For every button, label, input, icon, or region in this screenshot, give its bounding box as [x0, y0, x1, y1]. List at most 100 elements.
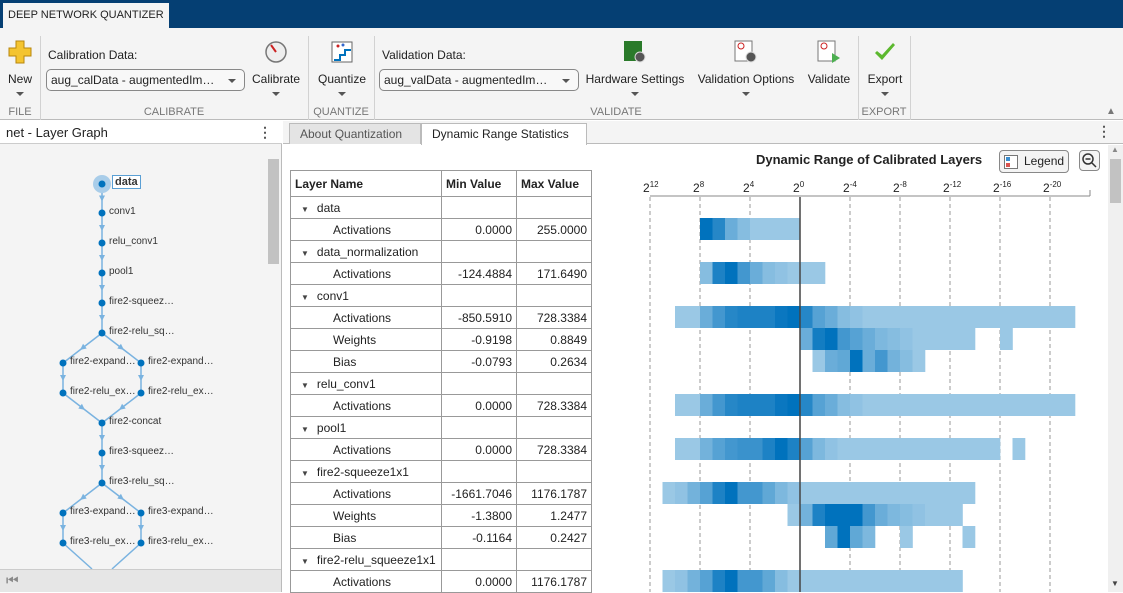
validate-button[interactable]: Validate [804, 40, 854, 86]
validation-options-button[interactable]: Validation Options [694, 40, 798, 96]
table-row[interactable]: Activations -850.5910 728.3384 [290, 306, 592, 329]
graph-node[interactable] [98, 479, 106, 487]
column-header-min-value[interactable]: Min Value [441, 170, 517, 197]
graph-node[interactable] [98, 449, 106, 457]
layer-name-cell[interactable]: ▼ pool1 [290, 416, 442, 439]
layer-name-cell[interactable]: ▼ fire2-relu_squeeze1x1 [290, 548, 442, 571]
graph-node-label[interactable]: fire2-squeez… [109, 296, 174, 307]
graph-node[interactable] [98, 269, 106, 277]
heatmap-bin [950, 482, 963, 504]
graph-node-label[interactable]: fire2-relu_ex… [148, 386, 214, 397]
expand-caret-icon[interactable]: ▼ [301, 557, 309, 566]
heatmap-bin [937, 504, 951, 526]
app-tab[interactable]: DEEP NETWORK QUANTIZER [3, 3, 169, 28]
graph-node-label[interactable]: fire2-concat [109, 416, 161, 427]
export-button[interactable]: Export [862, 40, 908, 96]
graph-node[interactable] [59, 509, 67, 517]
table-group-row[interactable]: ▼ relu_conv1 [290, 372, 592, 395]
graph-node[interactable] [98, 209, 106, 217]
graph-node-label[interactable]: fire3-expand… [70, 506, 136, 517]
table-row[interactable]: Activations -124.4884 171.6490 [290, 262, 592, 285]
collapse-ribbon-icon[interactable]: ▲ [1106, 106, 1116, 117]
table-group-row[interactable]: ▼ fire2-squeeze1x1 [290, 460, 592, 483]
graph-node-label[interactable]: fire2-relu_sq… [109, 326, 175, 337]
hardware-settings-button[interactable]: Hardware Settings [583, 40, 687, 96]
table-row[interactable]: Activations 0.0000 1176.1787 [290, 570, 592, 593]
graph-node-label[interactable]: fire3-squeez… [109, 446, 174, 457]
graph-node-label[interactable]: fire2-expand… [148, 356, 214, 367]
calibrate-button[interactable]: Calibrate [248, 40, 304, 96]
graph-scrollbar[interactable] [267, 147, 281, 569]
validation-data-dropdown[interactable]: aug_valData - augmentedIm… [379, 69, 579, 91]
graph-node[interactable] [98, 299, 106, 307]
heatmap-bin [912, 394, 926, 416]
table-row[interactable]: Weights -0.9198 0.8849 [290, 328, 592, 351]
graph-node-label[interactable]: data [112, 175, 141, 189]
heatmap-bin [837, 306, 851, 328]
table-row[interactable]: Activations 0.0000 728.3384 [290, 394, 592, 417]
calibration-data-dropdown[interactable]: aug_calData - augmentedIm… [46, 69, 245, 91]
table-group-row[interactable]: ▼ fire2-relu_squeeze1x1 [290, 548, 592, 571]
graph-node-label[interactable]: pool1 [109, 266, 133, 277]
layer-name-cell[interactable]: ▼ data [290, 196, 442, 219]
quantize-button[interactable]: Quantize [313, 40, 371, 96]
table-row[interactable]: Activations -1661.7046 1176.1787 [290, 482, 592, 505]
graph-node-label[interactable]: fire2-expand… [70, 356, 136, 367]
scrollbar-thumb[interactable] [268, 159, 279, 264]
new-button[interactable]: New [4, 40, 36, 96]
table-group-row[interactable]: ▼ data_normalization [290, 240, 592, 263]
graph-node-label[interactable]: fire2-relu_ex… [70, 386, 136, 397]
scroll-down-icon[interactable]: ▼ [1111, 579, 1119, 588]
scrollbar-thumb[interactable] [1110, 159, 1121, 203]
table-group-row[interactable]: ▼ data [290, 196, 592, 219]
layer-name-cell[interactable]: ▼ fire2-squeeze1x1 [290, 460, 442, 483]
column-header-max-value[interactable]: Max Value [516, 170, 592, 197]
heatmap-bin [975, 394, 988, 416]
chart-scrollbar[interactable]: ▲ ▼ [1108, 145, 1123, 592]
graph-node[interactable] [137, 389, 145, 397]
table-row[interactable]: Activations 0.0000 728.3384 [290, 438, 592, 461]
graph-node[interactable] [98, 329, 106, 337]
heatmap-bin [900, 438, 913, 460]
scroll-up-icon[interactable]: ▲ [1111, 145, 1119, 154]
layer-name-cell[interactable]: ▼ data_normalization [290, 240, 442, 263]
graph-node-label[interactable]: fire3-relu_sq… [109, 476, 175, 487]
expand-caret-icon[interactable]: ▼ [301, 249, 309, 258]
arrow-icon [99, 465, 105, 471]
table-row[interactable]: Bias -0.1164 0.2427 [290, 526, 592, 549]
graph-node[interactable] [137, 539, 145, 547]
graph-node[interactable] [59, 389, 67, 397]
table-group-row[interactable]: ▼ conv1 [290, 284, 592, 307]
graph-node-label[interactable]: fire3-relu_ex… [70, 536, 136, 547]
graph-node-label[interactable]: conv1 [109, 206, 136, 217]
heatmap-bin [675, 394, 688, 416]
graph-node-label[interactable]: relu_conv1 [109, 236, 158, 247]
more-options-icon[interactable]: ⋮ [1097, 123, 1111, 140]
layer-name-cell[interactable]: ▼ conv1 [290, 284, 442, 307]
table-row[interactable]: Bias -0.0793 0.2634 [290, 350, 592, 373]
expand-caret-icon[interactable]: ▼ [301, 469, 309, 478]
graph-node[interactable] [59, 359, 67, 367]
expand-caret-icon[interactable]: ▼ [301, 293, 309, 302]
graph-node[interactable] [137, 359, 145, 367]
graph-node[interactable] [59, 539, 67, 547]
expand-caret-icon[interactable]: ▼ [301, 205, 309, 214]
expand-caret-icon[interactable]: ▼ [301, 381, 309, 390]
graph-node-label[interactable]: fire3-expand… [148, 506, 214, 517]
graph-node[interactable] [98, 239, 106, 247]
tab-dynamic-range-statistics[interactable]: Dynamic Range Statistics [421, 123, 587, 145]
graph-node-label[interactable]: fire3-relu_ex… [148, 536, 214, 547]
layer-name-cell[interactable]: ▼ relu_conv1 [290, 372, 442, 395]
heatmap-bin [925, 328, 938, 350]
graph-node[interactable] [137, 509, 145, 517]
tab-about-quantization[interactable]: About Quantization [289, 123, 421, 144]
graph-node[interactable] [98, 180, 106, 188]
graph-node[interactable] [98, 419, 106, 427]
table-group-row[interactable]: ▼ pool1 [290, 416, 592, 439]
heatmap-bin [1050, 306, 1063, 328]
expand-caret-icon[interactable]: ▼ [301, 425, 309, 434]
table-row[interactable]: Activations 0.0000 255.0000 [290, 218, 592, 241]
collapse-panel-icon[interactable]: ⏮ [6, 572, 19, 589]
table-row[interactable]: Weights -1.3800 1.2477 [290, 504, 592, 527]
column-header-layer-name[interactable]: Layer Name [290, 170, 442, 197]
